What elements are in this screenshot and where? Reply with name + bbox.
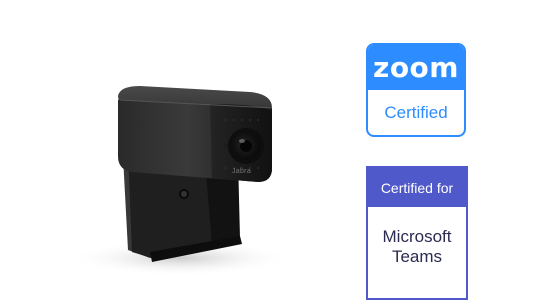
zoom-certified-badge: zoom Certified	[366, 43, 466, 137]
teams-line-microsoft: Microsoft	[382, 227, 452, 246]
teams-certified-badge: Certified for Microsoft Teams	[366, 166, 468, 300]
teams-body: Microsoft Teams	[368, 207, 466, 287]
zoom-certified-label: Certified	[384, 102, 448, 122]
zoom-logo-band: zoom	[368, 45, 464, 90]
webcam-image	[70, 86, 290, 276]
teams-line-teams: Teams	[391, 247, 443, 266]
teams-header: Certified for	[368, 168, 466, 207]
zoom-logo-text: zoom	[373, 50, 459, 84]
brand-label: Jabra	[232, 168, 252, 175]
